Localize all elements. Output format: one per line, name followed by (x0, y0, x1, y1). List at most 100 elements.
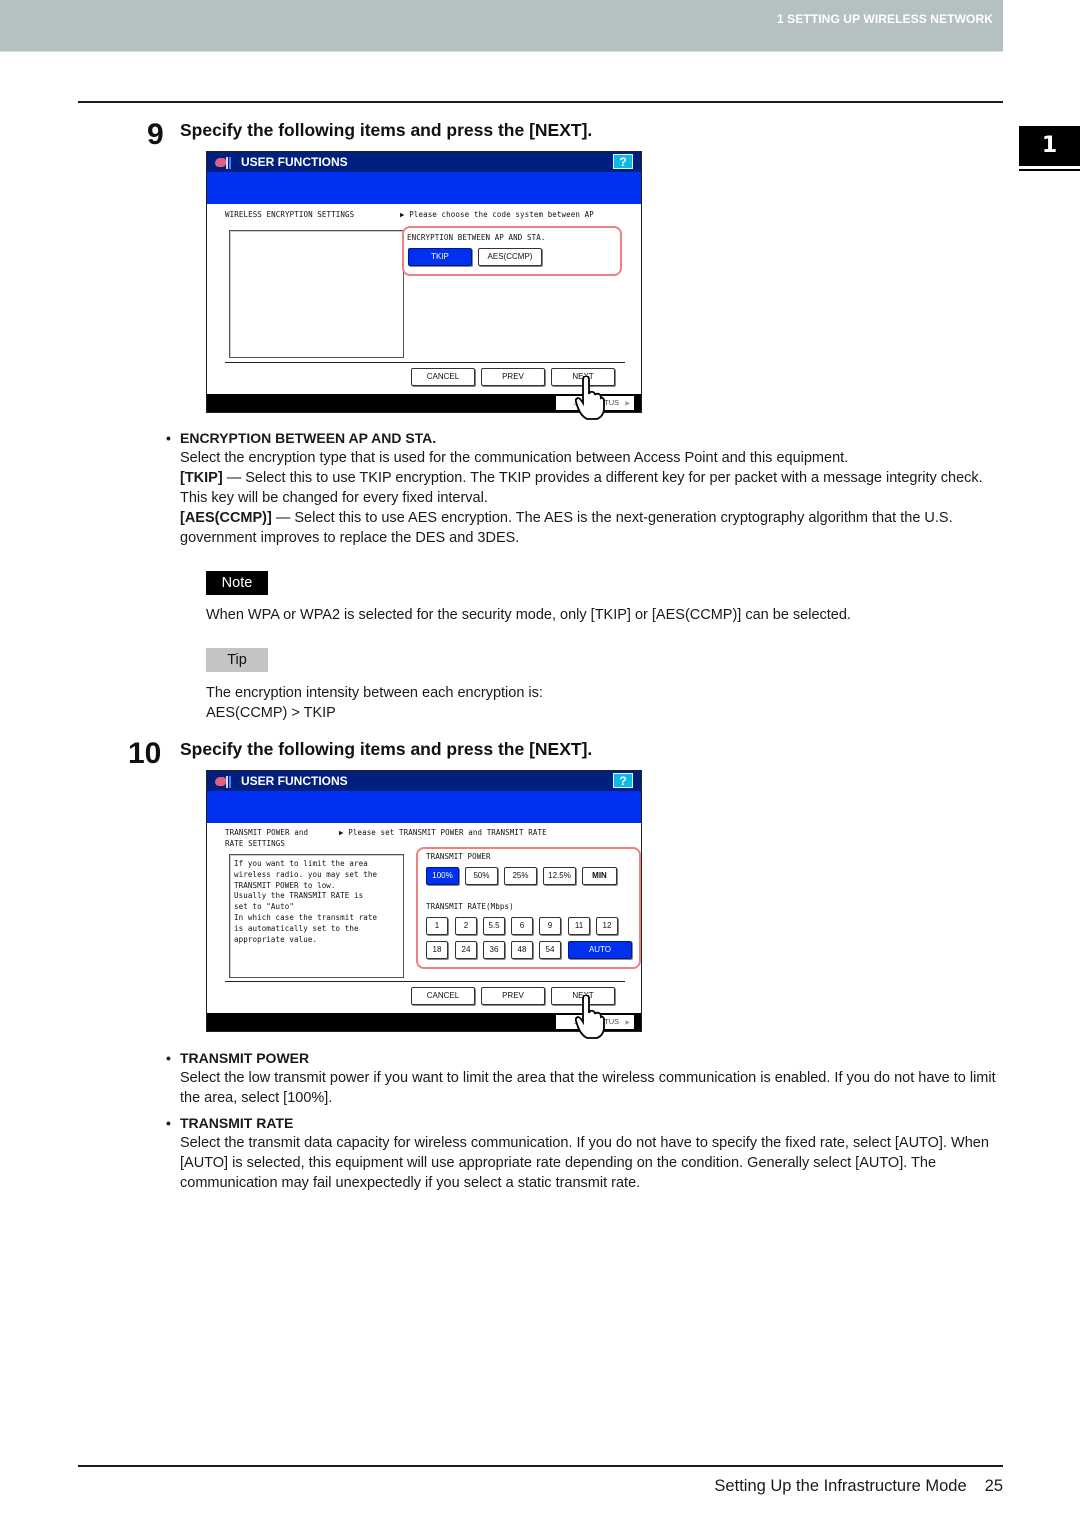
tip-text-line1: The encryption intensity between each en… (206, 685, 543, 701)
user-functions-icon (215, 774, 233, 788)
step-title: Specify the following items and press th… (180, 739, 593, 759)
info-line: is automatically set to the (234, 923, 359, 933)
info-line: Usually the TRANSMIT RATE is (234, 891, 364, 901)
bullet-icon: • (166, 430, 171, 446)
page-footer: Setting Up the Infrastructure Mode 25 (714, 1477, 1003, 1496)
pointing-hand-icon (575, 995, 605, 1039)
encryption-section: • ENCRYPTION BETWEEN AP AND STA. Select t… (166, 428, 1010, 548)
help-button[interactable]: ? (613, 154, 633, 169)
touch-panel-screenshot: USER FUNCTIONS ? WIRELESS ENCRYPTION SET… (206, 151, 642, 413)
settings-label-line1: TRANSMIT POWER and (225, 828, 309, 837)
rate-button[interactable]: 1 (426, 917, 448, 935)
panel-body: TRANSMIT POWER and ▶ Please set TRANSMIT… (207, 823, 641, 1013)
help-button[interactable]: ? (613, 773, 633, 788)
power-100-button[interactable]: 100% (426, 867, 459, 885)
chapter-header-label: 1 SETTING UP WIRELESS NETWORK (776, 12, 993, 26)
group-label: ENCRYPTION BETWEEN AP AND STA. (407, 233, 546, 242)
panel-body: WIRELESS ENCRYPTION SETTINGS ▶ Please ch… (207, 204, 641, 394)
instruction-label: ▶ Please choose the code system between … (400, 210, 594, 219)
rate-auto-button[interactable]: AUTO (568, 941, 632, 959)
info-line: If you want to limit the area (234, 859, 368, 868)
cancel-button[interactable]: CANCEL (411, 368, 475, 386)
section-text: Select the low transmit power if you wan… (180, 1070, 996, 1106)
power-50-button[interactable]: 50% (465, 867, 498, 885)
rate-button[interactable]: 18 (426, 941, 448, 959)
panel-message-band (207, 172, 641, 204)
aes-ccmp-option-button[interactable]: AES(CCMP) (478, 248, 542, 266)
tip-badge: Tip (206, 648, 268, 672)
step-number: 10 (128, 737, 162, 770)
term: [TKIP] (180, 470, 223, 486)
settings-label: WIRELESS ENCRYPTION SETTINGS (225, 210, 355, 219)
prev-button[interactable]: PREV (481, 368, 545, 386)
bullet-heading: • ENCRYPTION BETWEEN AP AND STA. (166, 428, 1010, 448)
term: [AES(CCMP)] (180, 510, 272, 526)
note-text: When WPA or WPA2 is selected for the sec… (206, 607, 851, 623)
instruction-label: ▶ Please set TRANSMIT POWER and TRANSMIT… (339, 828, 547, 837)
panel-divider (225, 981, 625, 982)
tip-text-line2: AES(CCMP) > TKIP (206, 705, 336, 721)
heading-text: TRANSMIT POWER (180, 1050, 310, 1066)
aes-description: [AES(CCMP)] — Select this to use AES enc… (180, 508, 1010, 548)
tkip-option-button[interactable]: TKIP (408, 248, 472, 266)
top-divider (78, 101, 1003, 103)
power-12-5-button[interactable]: 12.5% (543, 867, 576, 885)
page-number: 25 (984, 1477, 1003, 1495)
chapter-header-band: 1 SETTING UP WIRELESS NETWORK (0, 0, 1003, 52)
info-box (229, 230, 404, 358)
arrow-icon: ▶ (625, 401, 630, 407)
rate-button[interactable]: 54 (539, 941, 561, 959)
power-min-button[interactable]: MIN (582, 867, 617, 885)
power-25-button[interactable]: 25% (504, 867, 537, 885)
bullet-icon: • (166, 1050, 171, 1066)
panel-divider (225, 362, 625, 363)
settings-label-line2: RATE SETTINGS (225, 839, 285, 848)
user-functions-icon (215, 155, 233, 169)
arrow-icon: ▶ (625, 1020, 630, 1026)
chapter-tab-underline (1019, 169, 1080, 171)
touch-panel-screenshot: USER FUNCTIONS ? TRANSMIT POWER and ▶ Pl… (206, 770, 642, 1032)
rate-button[interactable]: 5.5 (483, 917, 505, 935)
bottom-divider (78, 1465, 1003, 1467)
definition: — Select this to use AES encryption. The… (180, 510, 953, 546)
chapter-tab[interactable]: 1 (1019, 126, 1080, 166)
rate-button[interactable]: 36 (483, 941, 505, 959)
step-number: 9 (147, 118, 164, 151)
note-badge: Note (206, 571, 268, 595)
rate-button[interactable]: 9 (539, 917, 561, 935)
heading-text: TRANSMIT RATE (180, 1115, 294, 1131)
footer-title: Setting Up the Infrastructure Mode (714, 1477, 967, 1495)
rate-button[interactable]: 24 (455, 941, 477, 959)
panel-title: USER FUNCTIONS (241, 774, 348, 788)
bullet-heading: • TRANSMIT POWER (166, 1048, 1010, 1068)
rate-button[interactable]: 2 (455, 917, 477, 935)
definition: — Select this to use TKIP encryption. Th… (180, 470, 983, 506)
section-intro: Select the encryption type that is used … (180, 450, 849, 466)
info-line: In which case the transmit rate (234, 912, 378, 922)
panel-message-band (207, 791, 641, 823)
bullet-heading: • TRANSMIT RATE (166, 1113, 1010, 1133)
panel-title: USER FUNCTIONS (241, 155, 348, 169)
panel-titlebar: USER FUNCTIONS ? (207, 771, 641, 791)
tkip-description: [TKIP] — Select this to use TKIP encrypt… (180, 468, 1010, 508)
info-line: wireless radio. you may set the (234, 869, 378, 879)
info-line: TRANSMIT POWER to low. (234, 880, 336, 890)
info-box: If you want to limit the area wireless r… (229, 854, 404, 978)
heading-text: ENCRYPTION BETWEEN AP AND STA. (180, 430, 437, 446)
panel-titlebar: USER FUNCTIONS ? (207, 152, 641, 172)
rate-button[interactable]: 6 (511, 917, 533, 935)
prev-button[interactable]: PREV (481, 987, 545, 1005)
bullet-icon: • (166, 1115, 171, 1131)
step-title: Specify the following items and press th… (180, 120, 593, 140)
rate-button[interactable]: 12 (596, 917, 618, 935)
transmit-power-section: • TRANSMIT POWER Select the low transmit … (166, 1048, 1010, 1108)
info-line: appropriate value. (234, 934, 318, 944)
section-text: Select the transmit data capacity for wi… (180, 1135, 989, 1191)
rate-button[interactable]: 11 (568, 917, 590, 935)
transmit-rate-section: • TRANSMIT RATE Select the transmit data … (166, 1113, 1010, 1193)
transmit-rate-label: TRANSMIT RATE(Mbps) (426, 902, 514, 911)
info-line: set to "Auto" (234, 902, 294, 912)
rate-button[interactable]: 48 (511, 941, 533, 959)
transmit-power-label: TRANSMIT POWER (426, 852, 491, 861)
cancel-button[interactable]: CANCEL (411, 987, 475, 1005)
